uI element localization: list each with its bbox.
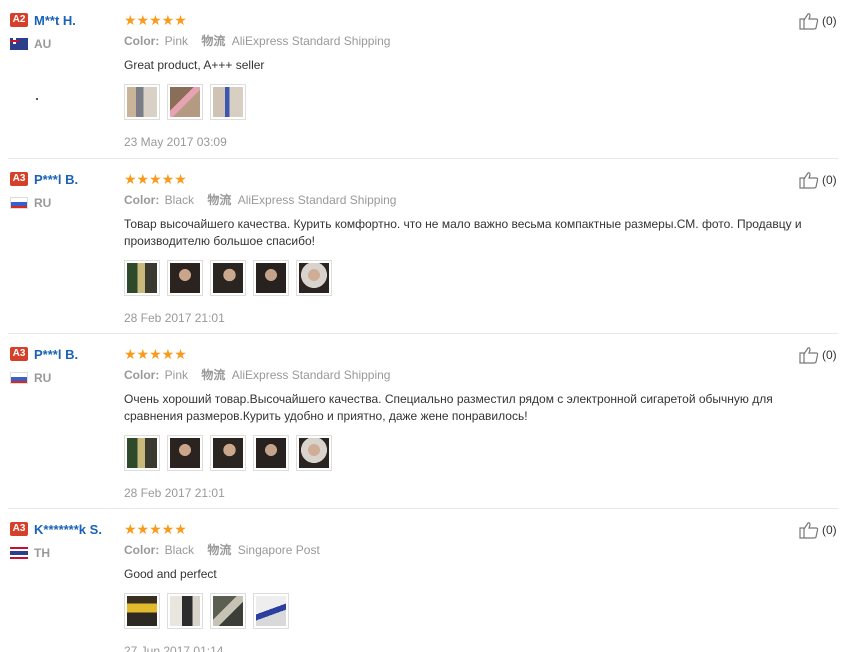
helpful-count: (0): [822, 14, 837, 28]
review-text: Great product, A+++ seller: [124, 58, 265, 72]
color-label: Color:: [124, 368, 160, 382]
review-date: 23 May 2017 03:09: [124, 135, 227, 149]
helpful-button[interactable]: (0): [799, 346, 837, 364]
review-photo-thumbnail[interactable]: [124, 84, 160, 120]
reviewer-name[interactable]: M**t H.: [34, 13, 76, 28]
review-photo-thumbnail[interactable]: [296, 260, 332, 296]
reviewer-info: A3 P***l B. RU: [10, 171, 115, 211]
review-photo-thumbnail[interactable]: [210, 84, 246, 120]
helpful-button[interactable]: (0): [799, 521, 837, 539]
country-code: AU: [34, 37, 52, 51]
color-label: Color:: [124, 34, 160, 48]
level-badge: A3: [10, 172, 28, 186]
review-photo-thumbnail[interactable]: [210, 260, 246, 296]
country-code: RU: [34, 196, 52, 210]
reviewer-info: A3 P***l B. RU: [10, 346, 115, 386]
review-photos: [124, 260, 824, 298]
color-value: Black: [164, 193, 195, 207]
review-item: A3 P***l B. RU ★★★★★ Color: Pink 物流 AliEx…: [0, 334, 861, 508]
russia-flag-icon: [10, 372, 28, 384]
level-badge: A2: [10, 13, 28, 27]
thailand-flag-icon: [10, 547, 28, 559]
review-photo-thumbnail[interactable]: [253, 260, 289, 296]
reviewer-info: A2 M**t H. AU: [10, 12, 115, 52]
helpful-count: (0): [822, 523, 837, 537]
review-date: 28 Feb 2017 21:01: [124, 486, 225, 500]
review-text: Товар высочайшего качества. Курить комфо…: [124, 217, 802, 248]
reviewer-info: A3 K*******k S. TH: [10, 521, 115, 561]
reviewer-country: RU: [10, 195, 115, 211]
shipping-value: AliExpress Standard Shipping: [231, 368, 391, 382]
review-photo-thumbnail[interactable]: [167, 260, 203, 296]
shipping-label: 物流: [201, 368, 226, 382]
star-rating: ★★★★★: [124, 521, 187, 537]
review-item: A2 M**t H. AU ★★★★★ Color: Pink 物流 AliExp…: [0, 0, 861, 158]
shipping-value: AliExpress Standard Shipping: [231, 34, 391, 48]
shipping-label: 物流: [207, 193, 232, 207]
review-date: 28 Feb 2017 21:01: [124, 311, 225, 325]
thumbs-up-icon: [799, 172, 819, 189]
thumbs-up-icon: [799, 347, 819, 364]
review-content: ★★★★★ Color: Black 物流 Singapore Post Goo…: [124, 521, 824, 652]
reviewer-name[interactable]: K*******k S.: [34, 522, 102, 537]
review-photo-thumbnail[interactable]: [124, 593, 160, 629]
review-content: ★★★★★ Color: Black 物流 AliExpress Standar…: [124, 171, 824, 326]
reviewer-name[interactable]: P***l B.: [34, 172, 78, 187]
australia-flag-icon: [10, 38, 28, 50]
color-value: Pink: [164, 34, 189, 48]
review-text: Good and perfect: [124, 567, 217, 581]
review-item: A3 K*******k S. TH ★★★★★ Color: Black 物流 …: [0, 509, 861, 652]
review-photos: [124, 84, 824, 122]
review-photo-thumbnail[interactable]: [253, 593, 289, 629]
review-photo-thumbnail[interactable]: [167, 435, 203, 471]
review-photo-thumbnail[interactable]: [210, 593, 246, 629]
reviewer-country: TH: [10, 545, 115, 561]
stray-dot: [36, 98, 38, 100]
review-photos: [124, 593, 824, 631]
shipping-label: 物流: [201, 34, 226, 48]
review-date: 27 Jun 2017 01:14: [124, 644, 224, 652]
helpful-count: (0): [822, 173, 837, 187]
thumbs-up-icon: [799, 522, 819, 539]
country-code: RU: [34, 371, 52, 385]
shipping-label: 物流: [207, 543, 232, 557]
review-photo-thumbnail[interactable]: [210, 435, 246, 471]
thumbs-up-icon: [799, 13, 819, 30]
color-label: Color:: [124, 193, 160, 207]
level-badge: A3: [10, 522, 28, 536]
order-info: Color: Pink 物流 AliExpress Standard Shipp…: [124, 33, 824, 49]
review-content: ★★★★★ Color: Pink 物流 AliExpress Standard…: [124, 346, 824, 501]
helpful-button[interactable]: (0): [799, 12, 837, 30]
star-rating: ★★★★★: [124, 346, 187, 362]
review-photo-thumbnail[interactable]: [296, 435, 332, 471]
color-value: Black: [164, 543, 195, 557]
helpful-button[interactable]: (0): [799, 171, 837, 189]
reviewer-name[interactable]: P***l B.: [34, 347, 78, 362]
review-item: A3 P***l B. RU ★★★★★ Color: Black 物流 AliE…: [0, 159, 861, 333]
reviewer-country: AU: [10, 36, 115, 52]
order-info: Color: Pink 物流 AliExpress Standard Shipp…: [124, 367, 824, 383]
review-photo-thumbnail[interactable]: [124, 435, 160, 471]
country-code: TH: [34, 546, 50, 560]
russia-flag-icon: [10, 197, 28, 209]
order-info: Color: Black 物流 AliExpress Standard Ship…: [124, 192, 824, 208]
reviewer-country: RU: [10, 370, 115, 386]
color-label: Color:: [124, 543, 160, 557]
review-photo-thumbnail[interactable]: [167, 593, 203, 629]
review-photos: [124, 435, 824, 473]
helpful-count: (0): [822, 348, 837, 362]
review-text: Очень хороший товар.Высочайшего качества…: [124, 392, 773, 423]
star-rating: ★★★★★: [124, 12, 187, 28]
level-badge: A3: [10, 347, 28, 361]
shipping-value: AliExpress Standard Shipping: [237, 193, 397, 207]
review-photo-thumbnail[interactable]: [167, 84, 203, 120]
color-value: Pink: [164, 368, 189, 382]
shipping-value: Singapore Post: [237, 543, 320, 557]
review-photo-thumbnail[interactable]: [253, 435, 289, 471]
order-info: Color: Black 物流 Singapore Post: [124, 542, 824, 558]
review-content: ★★★★★ Color: Pink 物流 AliExpress Standard…: [124, 12, 824, 150]
star-rating: ★★★★★: [124, 171, 187, 187]
review-photo-thumbnail[interactable]: [124, 260, 160, 296]
